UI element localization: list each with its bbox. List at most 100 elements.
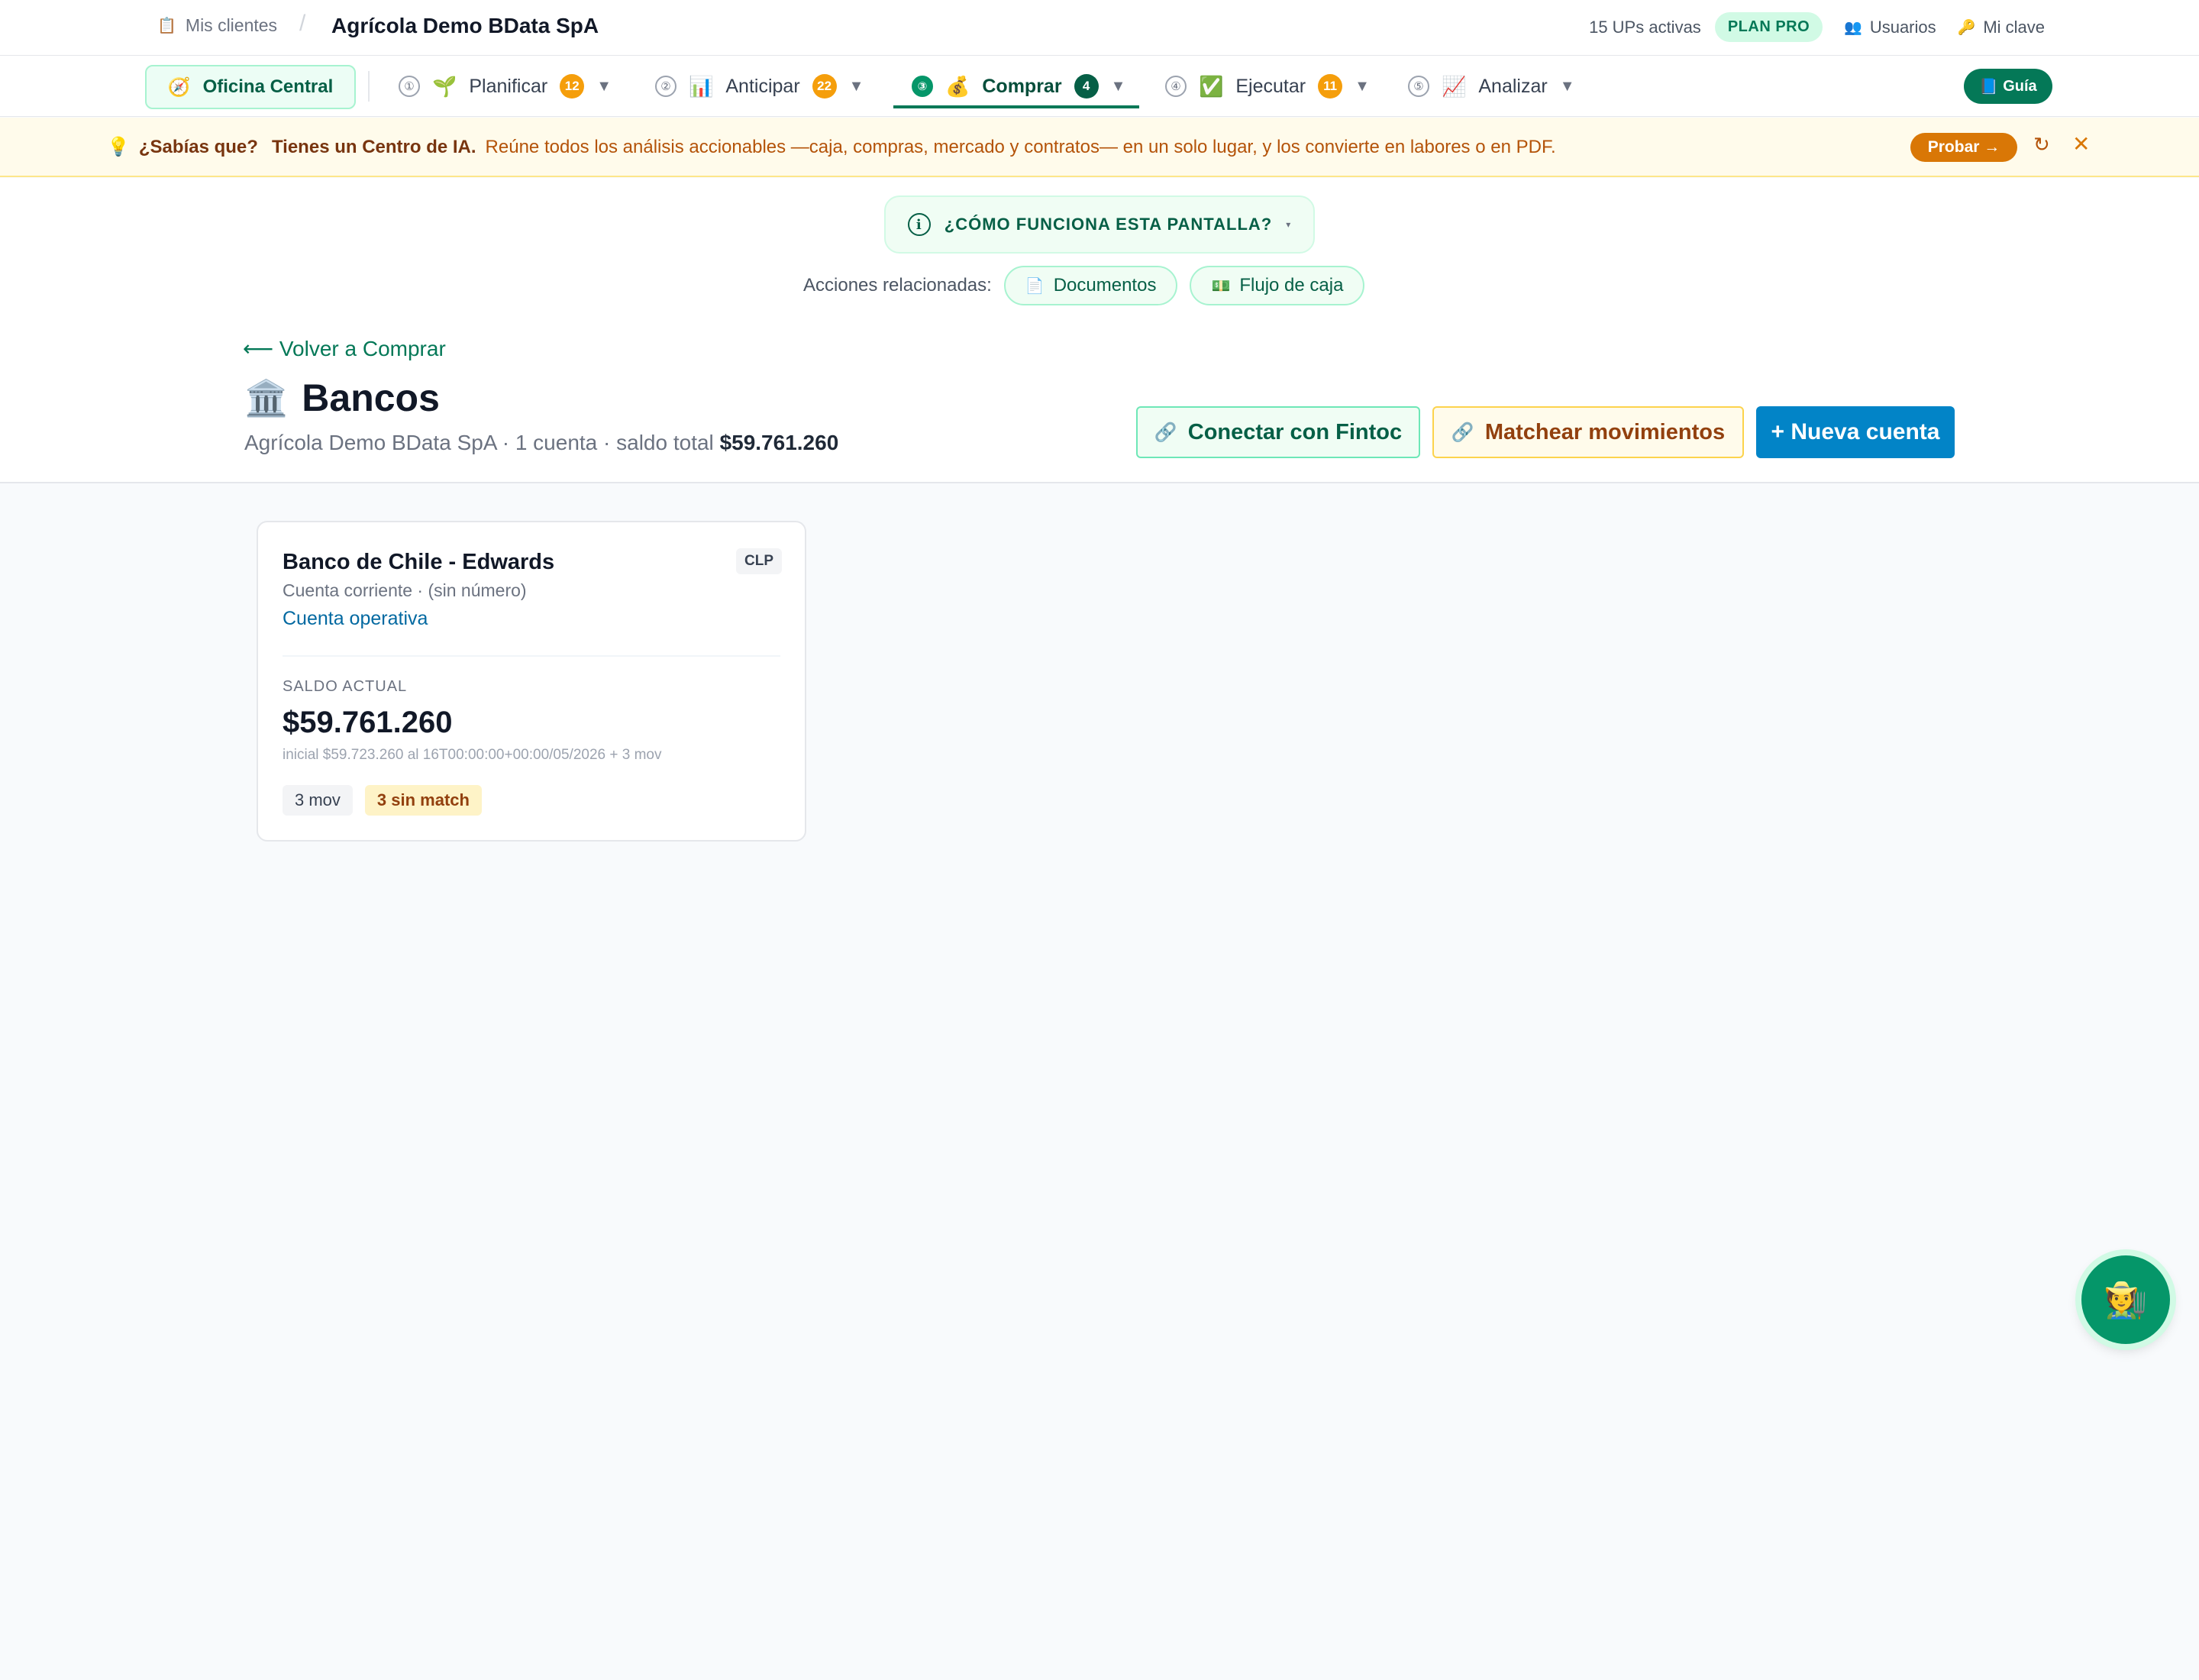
info-icon: i (907, 213, 931, 236)
my-key-label: Mi clave (1983, 17, 2045, 37)
guide-button[interactable]: 📘 Guía (1964, 69, 2052, 104)
tip-lead: Tienes un Centro de IA. (271, 136, 476, 157)
central-office-button[interactable]: 🧭 Oficina Central (145, 65, 356, 109)
step-2-icon: ② (655, 76, 676, 97)
balance-detail: inicial $59.723.260 al 16T00:00:00+00:00… (283, 747, 662, 763)
nav-divider (368, 71, 370, 102)
breadcrumb-separator: / (299, 11, 306, 36)
tip-banner: 💡 ¿Sabías que? Tienes un Centro de IA. R… (0, 118, 2199, 177)
balance-label: SALDO ACTUAL (283, 678, 408, 695)
match-movements-label: Matchear movimientos (1484, 419, 1726, 444)
page-subtitle: Agrícola Demo BData SpA · 1 cuenta · sal… (244, 431, 838, 455)
chip-label: Documentos (1053, 275, 1157, 296)
tab-label: Anticipar (725, 75, 800, 97)
tab-label: Analizar (1478, 75, 1548, 97)
account-card[interactable]: Banco de Chile - Edwards CLP Cuenta corr… (257, 521, 806, 842)
users-label: Usuarios (1869, 17, 1936, 37)
seedling-icon: 🌱 (432, 74, 457, 98)
tab-comprar[interactable]: ③ 💰 Comprar 4 ▼ (912, 66, 1125, 106)
cash-flow-chip[interactable]: 💵 Flujo de caja (1190, 266, 1365, 305)
users-link[interactable]: 👥 Usuarios (1844, 18, 1936, 37)
subtitle-text: Agrícola Demo BData SpA · 1 cuenta · sal… (244, 431, 720, 454)
check-icon: ✅ (1199, 74, 1224, 98)
movements-tag: 3 mov (283, 785, 353, 816)
bar-chart-icon: 📊 (689, 74, 714, 98)
page-title-text: Bancos (302, 376, 440, 419)
total-balance: $59.761.260 (719, 431, 839, 454)
step-4-icon: ④ (1165, 76, 1187, 97)
book-icon: 📘 (1979, 78, 1999, 95)
compass-icon: 🧭 (167, 76, 191, 98)
tab-anticipar[interactable]: ② 📊 Anticipar 22 ▼ (655, 66, 864, 106)
caret-down-icon: ▾ (1286, 219, 1292, 230)
breadcrumb-label: Mis clientes (185, 15, 278, 35)
how-it-works-toggle[interactable]: i ¿CÓMO FUNCIONA ESTA PANTALLA? ▾ (884, 195, 1315, 254)
money-bag-icon: 💰 (945, 74, 970, 98)
currency-badge: CLP (736, 548, 782, 574)
tab-analizar[interactable]: ⑤ 📈 Analizar ▼ (1408, 66, 1575, 106)
connect-fintoc-button[interactable]: 🔗 Conectar con Fintoc (1136, 406, 1420, 458)
how-it-works-label: ¿CÓMO FUNCIONA ESTA PANTALLA? (944, 215, 1273, 234)
users-icon: 👥 (1844, 19, 1862, 36)
my-key-link[interactable]: 🔑 Mi clave (1958, 18, 2045, 37)
central-office-label: Oficina Central (202, 76, 334, 97)
top-bar: 📋 Mis clientes / Agrícola Demo BData SpA… (0, 0, 2199, 56)
close-icon[interactable]: ✕ (2072, 131, 2090, 157)
unmatched-tag: 3 sin match (364, 785, 482, 816)
link-icon: 🔗 (1451, 422, 1474, 443)
chevron-down-icon[interactable]: ▼ (849, 78, 864, 95)
tip-question: ¿Sabías que? (138, 136, 258, 157)
refresh-icon[interactable]: ↻ (2033, 133, 2050, 157)
page-title: 🏛️ Bancos (244, 376, 440, 420)
try-button[interactable]: Probar → (1910, 133, 2017, 162)
current-balance: $59.761.260 (283, 706, 453, 739)
documents-chip[interactable]: 📄 Documentos (1003, 266, 1178, 305)
tab-badge: 12 (560, 74, 585, 99)
chevron-down-icon[interactable]: ▼ (1111, 78, 1126, 95)
step-5-icon: ⑤ (1408, 76, 1429, 97)
tab-label: Planificar (469, 75, 548, 97)
related-actions-label: Acciones relacionadas: (803, 275, 992, 296)
trend-chart-icon: 📈 (1442, 74, 1467, 98)
chevron-down-icon[interactable]: ▼ (1560, 78, 1575, 95)
chevron-down-icon[interactable]: ▼ (1355, 78, 1370, 95)
tip-body: Reúne todos los análisis accionables —ca… (485, 136, 1556, 157)
tab-badge: 11 (1318, 74, 1343, 99)
guide-label: Guía (2003, 77, 2037, 95)
connect-fintoc-label: Conectar con Fintoc (1187, 419, 1403, 444)
chevron-down-icon[interactable]: ▼ (596, 78, 612, 95)
match-movements-button[interactable]: 🔗 Matchear movimientos (1432, 406, 1744, 458)
farmer-icon: 🧑‍🌾 (2104, 1279, 2148, 1320)
step-3-icon: ③ (912, 76, 933, 97)
tab-label: Ejecutar (1235, 75, 1306, 97)
bank-name: Banco de Chile - Edwards (283, 550, 555, 574)
account-type: Cuenta corriente · (sin número) (283, 580, 527, 600)
breadcrumb-my-clients[interactable]: 📋 Mis clientes (157, 15, 277, 36)
cash-icon: 💵 (1211, 277, 1231, 295)
active-ups-count: 15 UPs activas (1589, 17, 1701, 37)
step-1-icon: ① (399, 76, 420, 97)
new-account-button[interactable]: + Nueva cuenta (1756, 406, 1955, 458)
assistant-fab[interactable]: 🧑‍🌾 (2081, 1255, 2170, 1344)
key-icon: 🔑 (1957, 19, 1976, 36)
tab-ejecutar[interactable]: ④ ✅ Ejecutar 11 ▼ (1165, 66, 1370, 106)
tab-label: Comprar (982, 75, 1062, 97)
active-tab-indicator (893, 105, 1139, 108)
account-role: Cuenta operativa (283, 608, 428, 629)
account-tags: 3 mov 3 sin match (283, 785, 482, 816)
clipboard-icon: 📋 (157, 18, 176, 34)
top-bar-right: 15 UPs activas PLAN PRO 👥 Usuarios 🔑 Mi … (1589, 12, 2045, 42)
tip-content: 💡 ¿Sabías que? Tienes un Centro de IA. R… (107, 136, 1556, 158)
tab-planificar[interactable]: ① 🌱 Planificar 12 ▼ (399, 66, 612, 106)
bank-icon: 🏛️ (244, 377, 289, 418)
back-to-buy-link[interactable]: ⟵ Volver a Comprar (243, 336, 446, 361)
tab-badge: 4 (1074, 74, 1099, 99)
link-icon: 🔗 (1154, 422, 1177, 443)
tab-badge: 22 (812, 74, 837, 99)
document-icon: 📄 (1025, 277, 1045, 295)
company-name: Agrícola Demo BData SpA (331, 14, 599, 37)
related-actions: Acciones relacionadas: 📄 Documentos 💵 Fl… (803, 266, 1365, 305)
chip-label: Flujo de caja (1239, 275, 1344, 296)
plan-badge: PLAN PRO (1714, 12, 1823, 42)
lightbulb-icon: 💡 (107, 137, 130, 157)
